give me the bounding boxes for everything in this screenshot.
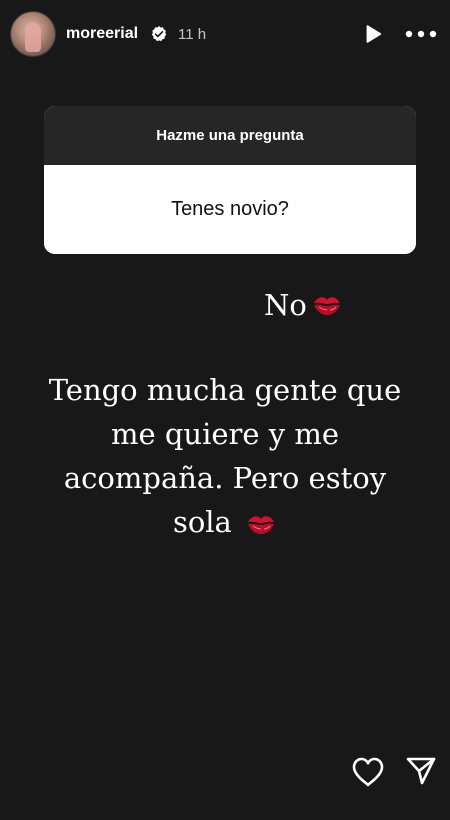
avatar[interactable] (11, 12, 55, 56)
avatar-photo-figure (25, 22, 41, 52)
answer-line-4-text: sola (172, 505, 232, 539)
answer-long: Tengo mucha gente que me quiere y me aco… (30, 368, 420, 544)
answer-line-2: me quiere y me (110, 417, 340, 451)
answer-line-1: Tengo mucha gente que (48, 373, 402, 407)
heart-icon[interactable] (351, 756, 385, 788)
answer-short: No (264, 283, 343, 327)
post-time: 11 h (178, 26, 207, 43)
question-sticker-title: Hazme una pregunta (44, 106, 416, 165)
username[interactable]: moreerial (66, 25, 138, 43)
play-icon[interactable] (362, 23, 384, 45)
question-sticker[interactable]: Hazme una pregunta Tenes novio? (44, 106, 416, 254)
answer-line-4: sola (30, 500, 420, 544)
answer-line-3: acompaña. Pero estoy (63, 461, 387, 495)
kiss-mark-icon (248, 516, 275, 534)
send-icon[interactable] (405, 756, 437, 786)
story-header: moreerial 11 h (0, 0, 450, 68)
story-viewer[interactable]: moreerial 11 h Hazme una pregunta Tenes … (0, 0, 450, 820)
answer-short-text: No (264, 288, 307, 322)
question-text: Tenes novio? (44, 165, 416, 254)
kiss-mark-icon (313, 297, 340, 315)
verified-badge-icon (151, 26, 167, 42)
more-options-icon[interactable] (404, 24, 438, 44)
